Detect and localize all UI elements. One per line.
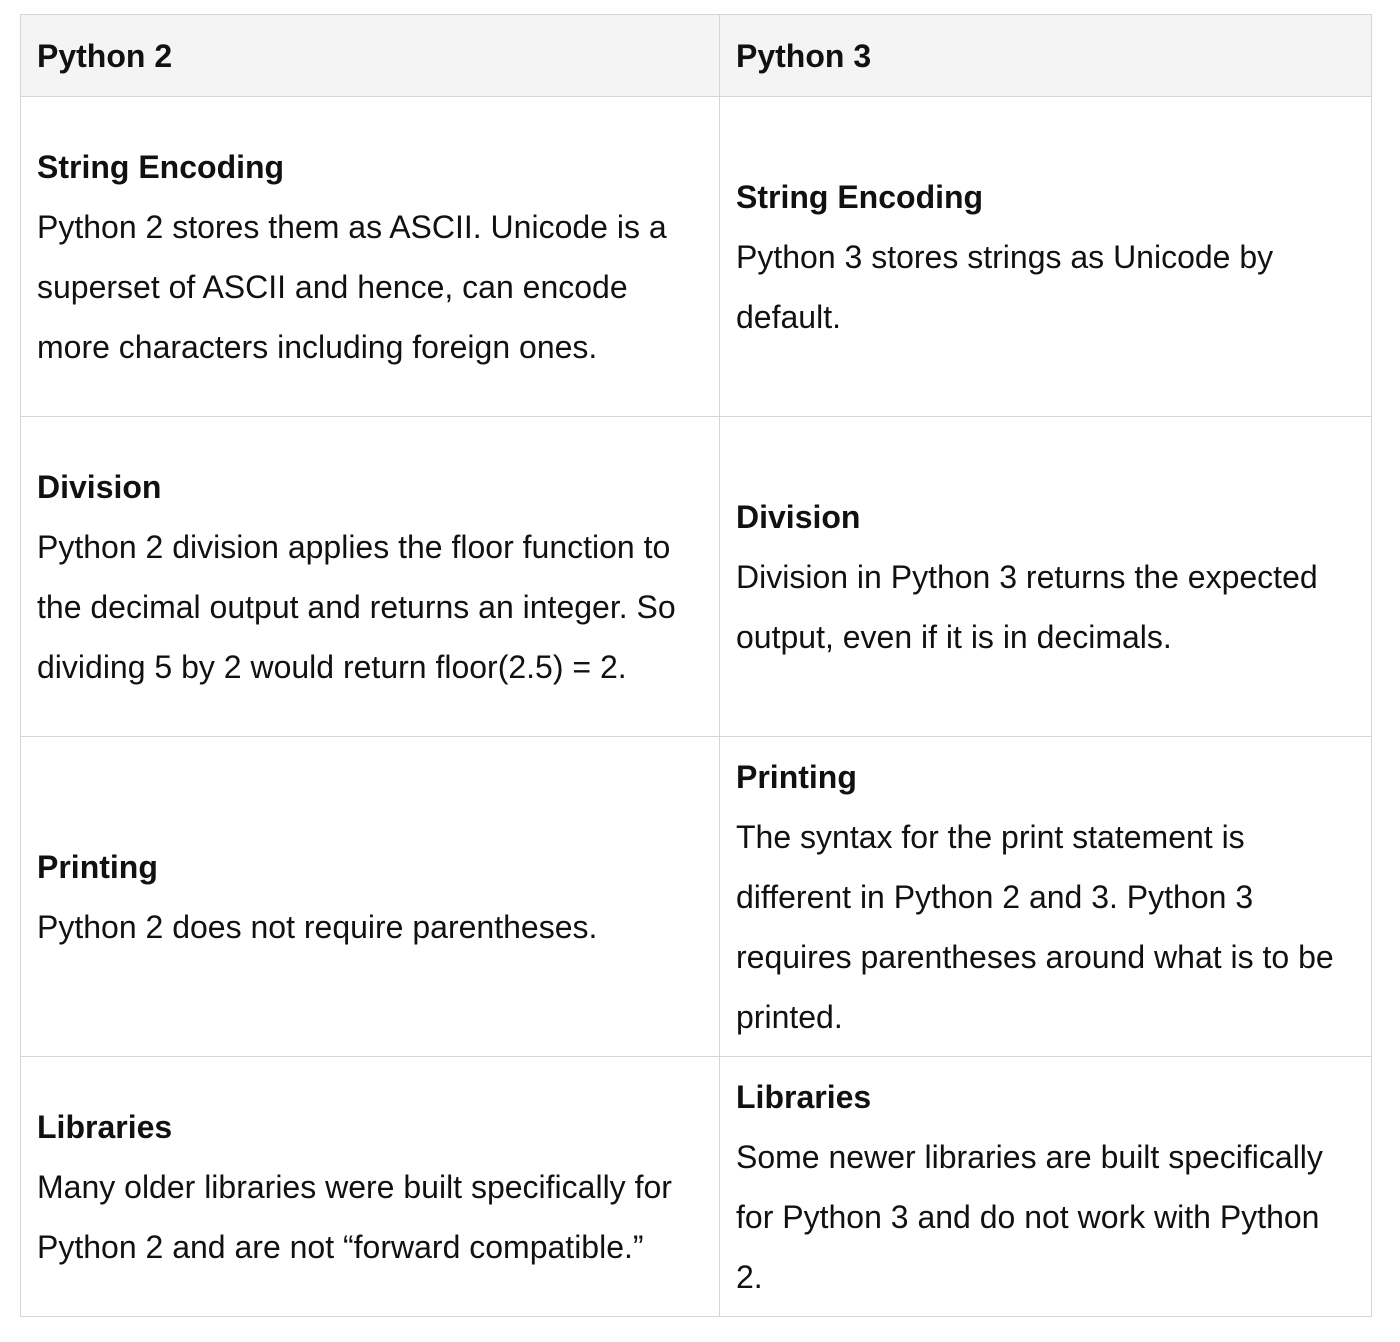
table-header: Python 2 Python 3 [20,14,1372,97]
cell-body: The syntax for the print statement is di… [736,818,1334,1035]
cell-title: Libraries [736,1078,872,1115]
cell-python2: Printing Python 2 does not require paren… [20,736,720,1057]
comparison-table: Python 2 Python 3 String Encoding Python… [20,14,1372,1317]
table-row: Division Python 2 division applies the f… [20,416,1372,737]
cell-python2: Division Python 2 division applies the f… [20,416,720,737]
cell-body: Python 2 does not require parentheses. [37,908,598,945]
table-row: Printing Python 2 does not require paren… [20,736,1372,1057]
cell-body: Division in Python 3 returns the expecte… [736,558,1318,655]
cell-title: String Encoding [736,178,984,215]
cell-title: Printing [37,848,158,885]
cell-body: Many older libraries were built specific… [37,1168,672,1265]
cell-python2: String Encoding Python 2 stores them as … [20,96,720,417]
cell-python3: Libraries Some newer libraries are built… [719,1056,1372,1317]
table-row: Libraries Many older libraries were buil… [20,1056,1372,1317]
cell-body: Python 2 stores them as ASCII. Unicode i… [37,208,667,365]
cell-title: Libraries [37,1108,173,1145]
cell-python3: Division Division in Python 3 returns th… [719,416,1372,737]
cell-title: Division [37,468,162,505]
header-python2: Python 2 [20,14,720,97]
cell-title: Printing [736,758,857,795]
table-body: String Encoding Python 2 stores them as … [20,96,1372,1317]
cell-body: Python 3 stores strings as Unicode by de… [736,238,1274,335]
header-row: Python 2 Python 3 [20,14,1372,97]
cell-body: Some newer libraries are built specifica… [736,1138,1323,1295]
cell-python2: Libraries Many older libraries were buil… [20,1056,720,1317]
cell-body: Python 2 division applies the floor func… [37,528,676,685]
cell-python3: Printing The syntax for the print statem… [719,736,1372,1057]
header-python3: Python 3 [719,14,1372,97]
cell-python3: String Encoding Python 3 stores strings … [719,96,1372,417]
table-row: String Encoding Python 2 stores them as … [20,96,1372,417]
cell-title: String Encoding [37,148,285,185]
cell-title: Division [736,498,861,535]
